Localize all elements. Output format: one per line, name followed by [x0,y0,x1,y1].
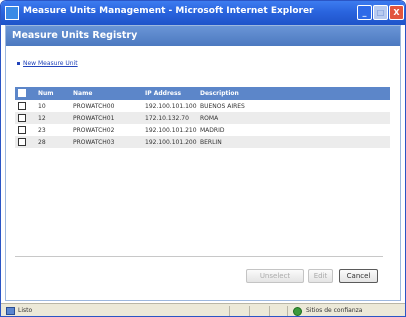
new-measure-unit-link[interactable]: New Measure Unit [17,60,78,67]
window-title: Measure Units Management - Microsoft Int… [23,6,314,16]
cell-ip: 192.100.101.210 [145,127,197,134]
cell-ip: 192.100.101.100 [145,103,197,110]
cell-description: ROMA [200,115,219,122]
page-icon [6,307,15,315]
minimize-button[interactable]: _ [357,5,372,20]
table-row[interactable]: 23 PROWATCH02 192.100.101.210 MADRID [15,124,390,136]
edit-button[interactable]: Edit [308,269,333,283]
cell-ip: 192.100.101.200 [145,139,197,146]
new-measure-unit-label: New Measure Unit [23,60,78,67]
status-separator [269,306,270,316]
security-zone-label: Sitios de confianza [306,307,363,314]
button-divider [15,256,383,257]
status-bar: Listo Sitios de confianza [1,303,405,316]
status-text: Listo [18,307,33,314]
table-row[interactable]: 28 PROWATCH03 192.100.101.200 BERLIN [15,136,390,148]
table-row[interactable]: 10 PROWATCH00 192.100.101.100 BUENOS AIR… [15,100,390,112]
row-checkbox[interactable] [18,114,26,122]
cell-name: PROWATCH00 [73,103,115,110]
header-name[interactable]: Name [73,90,92,97]
header-num[interactable]: Num [38,90,54,97]
status-separator [229,306,230,316]
header-ip[interactable]: IP Address [145,90,181,97]
content-frame: Measure Units Registry New Measure Unit … [5,25,401,301]
cell-description: MADRID [200,127,225,134]
cell-num: 12 [38,115,46,122]
select-all-checkbox[interactable] [18,89,26,97]
trusted-zone-icon [293,307,302,316]
cell-description: BERLIN [200,139,222,146]
page-title: Measure Units Registry [12,30,138,41]
row-checkbox[interactable] [18,102,26,110]
units-table: Num Name IP Address Description 10 PROWA… [15,87,390,148]
title-bar[interactable]: Measure Units Management - Microsoft Int… [1,1,405,25]
cell-name: PROWATCH02 [73,127,115,134]
cell-num: 23 [38,127,46,134]
cancel-button[interactable]: Cancel [339,269,378,283]
bullet-icon [17,62,20,65]
cell-num: 10 [38,103,46,110]
row-checkbox[interactable] [18,126,26,134]
cell-name: PROWATCH03 [73,139,115,146]
table-row[interactable]: 12 PROWATCH01 172.10.132.70 ROMA [15,112,390,124]
close-button[interactable]: X [389,5,404,20]
registry-banner: Measure Units Registry [6,26,400,46]
table-header: Num Name IP Address Description [15,87,390,100]
cell-ip: 172.10.132.70 [145,115,189,122]
ie-window: Measure Units Management - Microsoft Int… [0,0,406,317]
cell-name: PROWATCH01 [73,115,115,122]
maximize-button[interactable]: □ [373,5,388,20]
cell-description: BUENOS AIRES [200,103,245,110]
status-separator [249,306,250,316]
unselect-button[interactable]: Unselect [246,269,304,283]
ie-icon [5,6,19,20]
status-separator [287,306,288,316]
cell-num: 28 [38,139,46,146]
row-checkbox[interactable] [18,138,26,146]
header-description[interactable]: Description [200,90,239,97]
